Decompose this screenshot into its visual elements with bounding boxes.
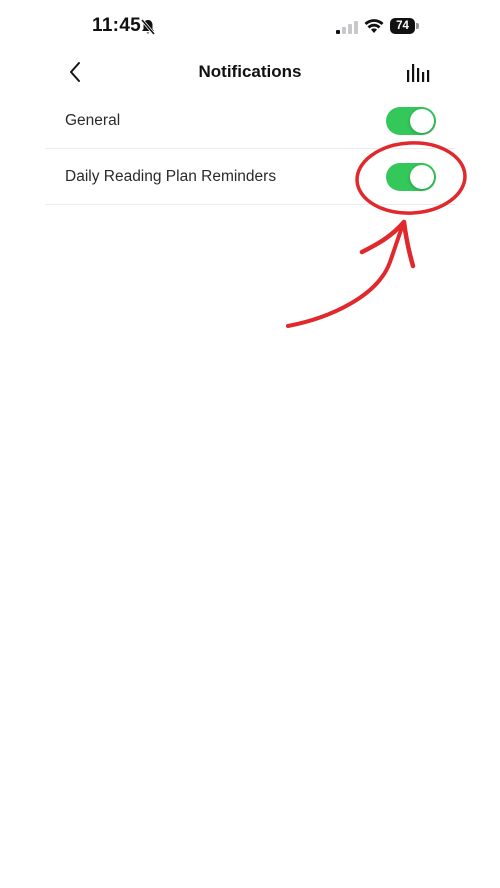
nav-bar: Notifications	[0, 50, 500, 94]
general-toggle[interactable]	[386, 107, 436, 135]
notification-settings-list: General Daily Reading Plan Reminders	[45, 93, 455, 205]
signal-icon	[336, 21, 358, 34]
setting-row-daily-reading-plan: Daily Reading Plan Reminders	[45, 149, 455, 205]
bell-slash-icon	[140, 19, 156, 35]
wifi-icon	[364, 19, 384, 33]
setting-row-general: General	[45, 93, 455, 149]
toggle-knob	[410, 165, 434, 189]
annotation-arrow-shaft	[286, 220, 406, 328]
battery-icon: 74	[390, 18, 420, 34]
annotation-arrow-head	[359, 219, 416, 269]
battery-cap	[416, 23, 419, 29]
battery-level: 74	[390, 18, 415, 34]
status-time: 11:45	[92, 15, 142, 36]
status-bar: 11:45 74	[0, 0, 500, 56]
setting-label: Daily Reading Plan Reminders	[65, 168, 277, 185]
bar-chart-icon[interactable]	[404, 62, 432, 84]
toggle-knob	[410, 109, 434, 133]
daily-reading-plan-toggle[interactable]	[386, 163, 436, 191]
setting-label: General	[65, 112, 121, 129]
